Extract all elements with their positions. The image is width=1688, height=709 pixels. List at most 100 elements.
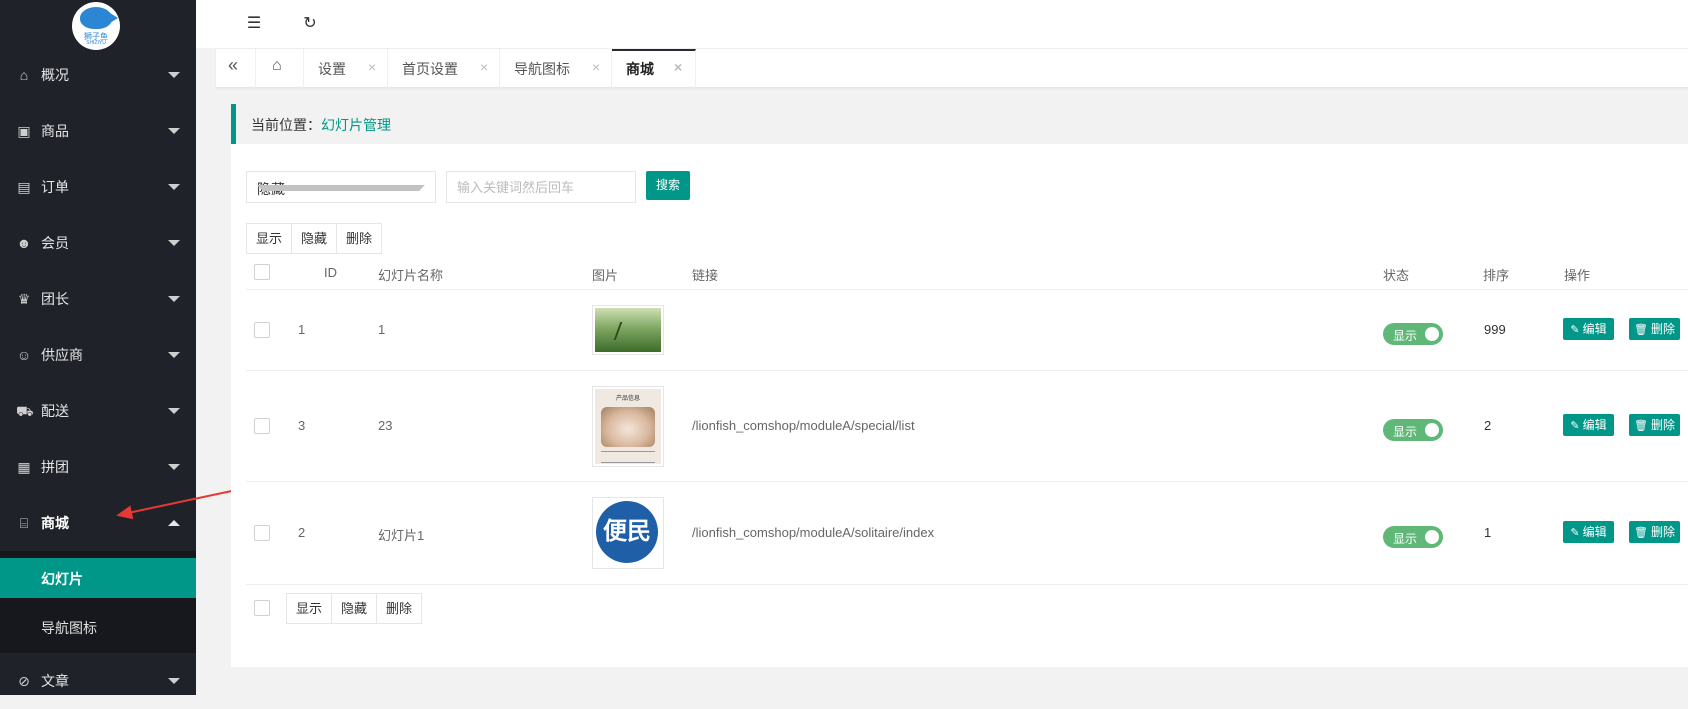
crown-icon: ♛ [17,291,31,307]
batch-delete-button[interactable]: 删除 [337,224,381,253]
sidebar-item-orders[interactable]: ▤ 订单 [0,159,196,215]
tab-scroll-left[interactable]: « [216,49,256,88]
sidebar-item-leaders[interactable]: ♛ 团长 [0,271,196,327]
sidebar-item-delivery[interactable]: ⛟ 配送 [0,383,196,439]
toggle-knob [1425,423,1439,437]
select-all-checkbox-bottom[interactable] [254,600,270,616]
breadcrumb: 当前位置：幻灯片管理 [231,104,1688,144]
sidebar-item-suppliers[interactable]: ☺ 供应商 [0,327,196,383]
edit-button[interactable]: ✎ 编辑 [1563,318,1614,340]
table-row: 3 23 产品信息 /lionfish_comshop/moduleA/spec… [246,371,1688,482]
table-header: ID 幻灯片名称 图片 链接 状态 排序 操作 [246,258,1688,290]
batch-show-button[interactable]: 显示 [287,594,332,623]
logo[interactable]: 狮子鱼 SHIZIYU [72,2,120,50]
sidebar-item-members[interactable]: ☻ 会员 [0,215,196,271]
batch-actions-top: 显示 隐藏 删除 [246,223,382,254]
sidebar-item-label: 团长 [41,291,69,307]
select-all-checkbox[interactable] [254,264,270,280]
tab-nav-icons[interactable]: 导航图标 × [500,49,612,88]
store-icon: ⌸ [19,515,29,531]
chevron-down-icon [168,296,180,302]
batch-delete-button[interactable]: 删除 [377,594,421,623]
status-select[interactable]: 隐藏 [246,171,436,203]
row-checkbox[interactable] [254,322,270,338]
sidebar-item-label: 会员 [41,235,69,251]
chevron-down-icon [168,678,180,684]
chevron-down-icon [168,128,180,134]
toggle-knob [1425,327,1439,341]
compass-icon: ⊘ [18,673,30,689]
chevron-down-icon [168,240,180,246]
sidebar-item-label: 配送 [41,403,69,419]
search-input[interactable] [446,171,636,203]
close-icon[interactable]: × [368,59,376,75]
status-toggle[interactable]: 显示 [1383,323,1443,345]
tab-home-settings[interactable]: 首页设置 × [388,49,500,88]
sidebar-item-articles[interactable]: ⊘ 文章 [0,653,196,709]
row-thumbnail[interactable]: 产品信息 [592,386,664,467]
tab-store[interactable]: 商城 × [612,49,696,88]
close-icon[interactable]: × [480,59,488,75]
sidebar-subitem-slides[interactable]: 幻灯片 [0,558,196,598]
col-status: 状态 [1383,268,1410,283]
row-sort: 999 [1484,322,1506,337]
edit-button[interactable]: ✎ 编辑 [1563,414,1614,436]
chevron-down-icon [168,352,180,358]
row-thumbnail[interactable]: 便民 [592,497,664,569]
chevron-up-icon [168,520,180,526]
sidebar-item-label: 拼团 [41,459,69,475]
sidebar-subitem-label: 幻灯片 [41,571,83,587]
close-icon[interactable]: × [592,59,600,75]
batch-show-button[interactable]: 显示 [247,224,292,253]
row-sort: 2 [1484,418,1492,433]
batch-hide-button[interactable]: 隐藏 [332,594,377,623]
breadcrumb-prefix: 当前位置： [251,117,321,133]
sidebar-submenu: 幻灯片 导航图标 [0,551,196,653]
status-toggle-label: 显示 [1393,329,1418,343]
sidebar-item-overview[interactable]: ⌂ 概况 [0,47,196,103]
chevron-down-icon [168,72,180,78]
close-icon[interactable]: × [674,59,682,75]
top-header: ☰ ↻ [196,0,1688,48]
breadcrumb-current[interactable]: 幻灯片管理 [321,117,391,133]
batch-hide-button[interactable]: 隐藏 [292,224,337,253]
row-id: 2 [298,525,306,540]
search-button[interactable]: 搜索 [646,171,690,200]
group-icon: ▦ [17,459,31,475]
table-row: 2 幻灯片1 便民 /lionfish_comshop/moduleA/soli… [246,482,1688,585]
delete-button[interactable]: 🗑 删除 [1629,318,1680,340]
row-link: /lionfish_comshop/moduleA/solitaire/inde… [692,525,935,540]
row-id: 1 [298,322,306,337]
refresh-icon[interactable]: ↻ [298,12,322,36]
col-ops: 操作 [1564,268,1591,283]
collapse-menu-icon[interactable]: ☰ [242,12,266,36]
chevron-down-icon [168,184,180,190]
row-checkbox[interactable] [254,525,270,541]
status-toggle-label: 显示 [1393,425,1418,439]
sidebar: 狮子鱼 SHIZIYU ⌂ 概况 ▣ 商品 ▤ 订单 ☻ 会员 ♛ 团长 ☺ 供… [0,0,196,695]
status-toggle[interactable]: 显示 [1383,419,1443,441]
sidebar-subitem-nav-icons[interactable]: 导航图标 [0,607,196,647]
tab-home[interactable]: ⌂ [256,49,304,88]
grass-image [595,308,661,352]
fish-logo-icon [80,7,118,29]
sidebar-item-groupbuy[interactable]: ▦ 拼团 [0,439,196,495]
status-toggle[interactable]: 显示 [1383,526,1443,548]
goods-icon: ▣ [17,123,31,139]
row-thumbnail[interactable] [592,305,664,355]
double-chevron-left-icon: « [228,55,239,75]
chevron-down-icon [168,464,180,470]
row-checkbox[interactable] [254,418,270,434]
tab-settings[interactable]: 设置 × [304,49,388,88]
tab-label: 设置 [318,61,346,77]
delete-button[interactable]: 🗑 删除 [1629,414,1680,436]
tab-label: 首页设置 [402,61,458,77]
delete-button[interactable]: 🗑 删除 [1629,521,1680,543]
chevron-down-icon [257,185,425,191]
sidebar-item-goods[interactable]: ▣ 商品 [0,103,196,159]
service-image-text: 便民 [596,501,658,563]
sidebar-item-label: 概况 [41,67,69,83]
edit-button[interactable]: ✎ 编辑 [1563,521,1614,543]
pencil-icon: ✎ [1570,527,1580,539]
sidebar-item-label: 文章 [41,673,69,689]
